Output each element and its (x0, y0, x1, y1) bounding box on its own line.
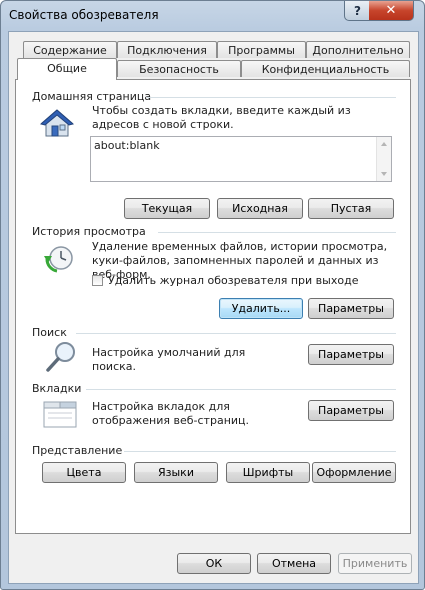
help-button[interactable]: ? (344, 1, 371, 21)
tab-content[interactable]: Содержание (23, 41, 117, 58)
delete-history-on-exit-label[interactable]: Удалить журнал обозревателя при выходе (108, 274, 388, 288)
tab-general[interactable]: Общие (17, 58, 117, 80)
use-current-button[interactable]: Текущая (124, 198, 210, 219)
home-group-label: Домашняя страница (32, 90, 152, 103)
magnifier-icon (45, 340, 79, 377)
close-button[interactable]: ✕ (369, 1, 414, 21)
search-group-divider (76, 333, 396, 334)
home-page-address-field[interactable]: about:blank (90, 136, 392, 182)
colors-button[interactable]: Цвета (42, 462, 126, 483)
help-icon: ? (354, 3, 361, 18)
scroll-up-icon[interactable] (381, 142, 387, 146)
tabs-group-divider (86, 389, 396, 390)
search-description: Настройка умолчаний для поиска. (92, 346, 246, 373)
tabs-settings-button[interactable]: Параметры (308, 400, 394, 421)
scroll-down-icon[interactable] (381, 172, 387, 176)
home-page-address-value: about:blank (94, 139, 160, 152)
tab-programs[interactable]: Программы (217, 41, 306, 58)
home-group-divider (146, 97, 396, 98)
address-scrollbar[interactable] (376, 137, 391, 181)
close-icon: ✕ (385, 3, 397, 18)
tabs-group-label: Вкладки (32, 382, 82, 395)
use-default-button[interactable]: Исходная (217, 198, 303, 219)
fonts-button[interactable]: Шрифты (226, 462, 310, 483)
title-bar[interactable]: Свойства обозревателя ? ✕ (1, 1, 424, 31)
tabs-window-icon (43, 400, 77, 431)
cancel-button[interactable]: Отмена (257, 553, 331, 574)
window-title: Свойства обозревателя (9, 8, 159, 22)
search-group-label: Поиск (32, 326, 67, 339)
languages-button[interactable]: Языки (134, 462, 218, 483)
home-description: Чтобы создать вкладки, введите каждый из… (92, 104, 351, 131)
history-group-label: История просмотра (32, 225, 146, 238)
internet-options-window: Свойства обозревателя ? ✕ Содержание Под… (0, 0, 425, 590)
delete-history-button[interactable]: Удалить... (219, 298, 303, 319)
tab-connections[interactable]: Подключения (117, 41, 217, 58)
house-icon (39, 108, 75, 141)
tab-security[interactable]: Безопасность (117, 60, 241, 77)
appearance-group-label: Представление (32, 444, 123, 457)
use-blank-button[interactable]: Пустая (308, 198, 394, 219)
accessibility-button[interactable]: Оформление (312, 462, 396, 483)
tab-advanced[interactable]: Дополнительно (306, 41, 410, 58)
history-group-divider (158, 232, 396, 233)
history-settings-button[interactable]: Параметры (308, 298, 394, 319)
appearance-group-divider (124, 451, 396, 452)
dialog-client-area: Содержание Подключения Программы Дополни… (8, 31, 419, 584)
apply-button[interactable]: Применить (338, 553, 412, 574)
delete-history-on-exit-checkbox[interactable] (92, 275, 103, 286)
ok-button[interactable]: ОК (177, 553, 251, 574)
search-settings-button[interactable]: Параметры (308, 344, 394, 365)
tab-privacy[interactable]: Конфиденциальность (241, 60, 410, 77)
general-tab-panel: Домашняя страница Чтобы создать вкладки,… (15, 79, 411, 534)
clock-refresh-icon (43, 243, 75, 278)
tabs-description: Настройка вкладок для отображения веб-ст… (92, 400, 250, 427)
